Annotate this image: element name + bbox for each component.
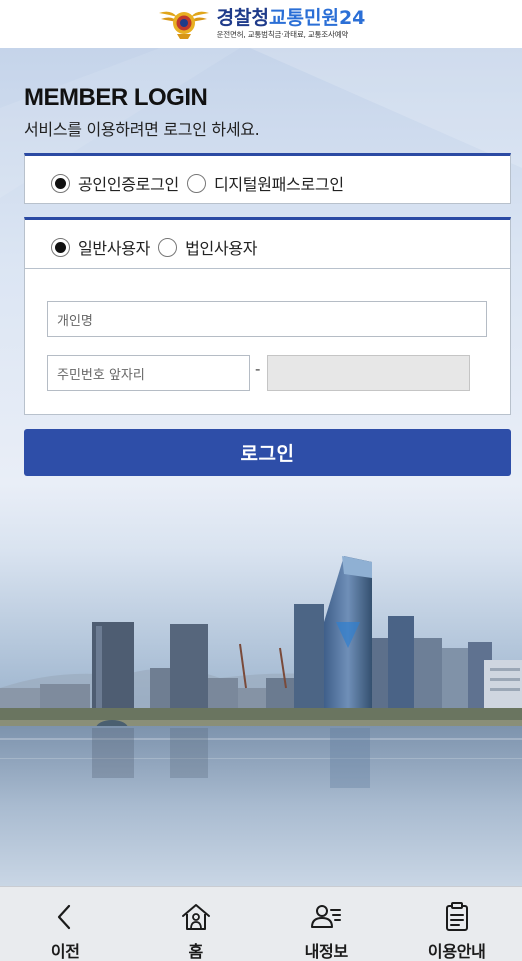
page-subtitle: 서비스를 이용하려면 로그인 하세요. [24,120,260,139]
home-icon [181,904,210,930]
app-header: 경찰청교통민원24 운전면허, 교통범칙금·과태료, 교통조사예약 [0,0,522,48]
digital-onepass-option[interactable]: 디지털원패스로그인 [186,171,344,195]
page-title: MEMBER LOGIN [24,84,208,111]
nav-guide-label: 이용안내 [427,942,486,961]
logo-service-text: 교통민원24 [269,7,366,30]
nav-back-label: 이전 [50,942,80,961]
individual-user-radio[interactable] [51,237,70,257]
cert-login-radio[interactable] [51,173,70,193]
corporate-user-label[interactable]: 법인사용자 [185,235,257,259]
nav-guide[interactable]: 이용안내 [392,887,522,961]
login-type-selector: 공인인증로그인 디지털원패스로그인 [24,153,511,204]
bottom-navigation: 이전 홈 내정보 이용안내 [0,886,522,961]
police-emblem-icon [158,11,209,39]
resident-number-back-input[interactable] [267,355,470,391]
form-divider [25,268,510,269]
nav-home-label: 홈 [188,942,204,961]
nav-home[interactable]: 홈 [131,887,262,961]
logo-subtitle: 운전면허, 교통범칙금·과태료, 교통조사예약 [216,30,349,40]
nav-my-info-label: 내정보 [304,942,349,961]
resident-number-separator: - [255,360,261,378]
cert-login-option[interactable]: 공인인증로그인 [51,171,179,195]
clipboard-guide-icon [445,902,468,931]
cert-login-label[interactable]: 공인인증로그인 [78,171,179,195]
my-info-icon [311,905,342,928]
login-button[interactable]: 로그인 [24,429,511,476]
logo-org-text: 경찰청 [216,7,270,30]
corporate-user-radio[interactable] [158,237,178,257]
police-traffic-logo[interactable]: 경찰청교통민원24 운전면허, 교통범칙금·과태료, 교통조사예약 [157,7,366,41]
corporate-user-option[interactable]: 법인사용자 [158,235,258,259]
resident-number-front-input[interactable]: 주민번호 앞자리 [47,355,250,391]
digital-onepass-label[interactable]: 디지털원패스로그인 [214,171,344,195]
back-chevron-icon [58,904,71,930]
individual-user-label[interactable]: 일반사용자 [78,235,150,259]
name-input[interactable]: 개인명 [47,301,487,337]
nav-back[interactable]: 이전 [0,887,131,961]
nav-my-info[interactable]: 내정보 [261,887,392,961]
user-login-form: 일반사용자 법인사용자 개인명 주민번호 앞자리 - [24,217,511,415]
individual-user-option[interactable]: 일반사용자 [51,235,150,259]
digital-onepass-radio[interactable] [186,173,206,193]
